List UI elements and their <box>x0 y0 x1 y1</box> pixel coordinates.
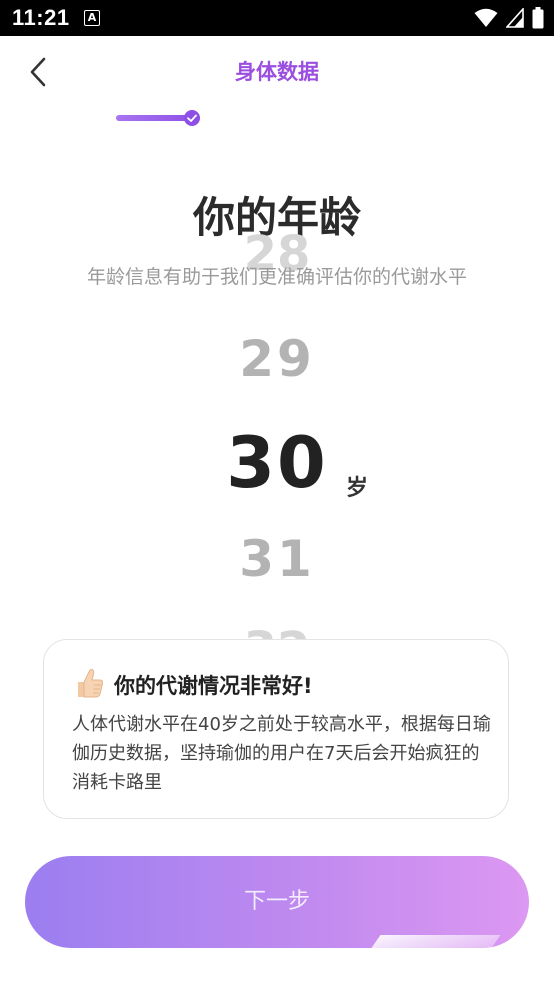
status-bar: 11:21 A <box>0 0 554 36</box>
age-picker[interactable]: 28 29 30 岁 31 32 <box>0 226 554 656</box>
info-card-body: 人体代谢水平在40岁之前处于较高水平，根据每日瑜伽历史数据，坚持瑜伽的用户在7天… <box>72 714 491 793</box>
age-option[interactable]: 31 <box>0 530 554 588</box>
age-unit: 岁 <box>346 476 369 501</box>
info-card: 你的代谢情况非常好! 人体代谢水平在40岁之前处于较高水平，根据每日瑜伽历史数据… <box>43 639 509 819</box>
progress-indicator <box>116 110 200 126</box>
battery-icon <box>532 7 544 29</box>
notification-icon: A <box>84 10 100 26</box>
thumbs-up-icon <box>78 668 104 698</box>
info-card-title: 你的代谢情况非常好! <box>114 674 313 698</box>
status-time: 11:21 <box>12 5 70 30</box>
age-option-selected[interactable]: 30 <box>0 422 554 504</box>
status-icons <box>474 6 544 30</box>
check-icon <box>184 110 200 126</box>
question-subtitle: 年龄信息有助于我们更准确评估你的代谢水平 <box>86 266 467 288</box>
cellular-signal-icon <box>506 8 524 28</box>
age-option[interactable]: 29 <box>0 330 554 388</box>
wifi-icon <box>474 8 498 27</box>
page-title: 身体数据 <box>235 60 319 84</box>
